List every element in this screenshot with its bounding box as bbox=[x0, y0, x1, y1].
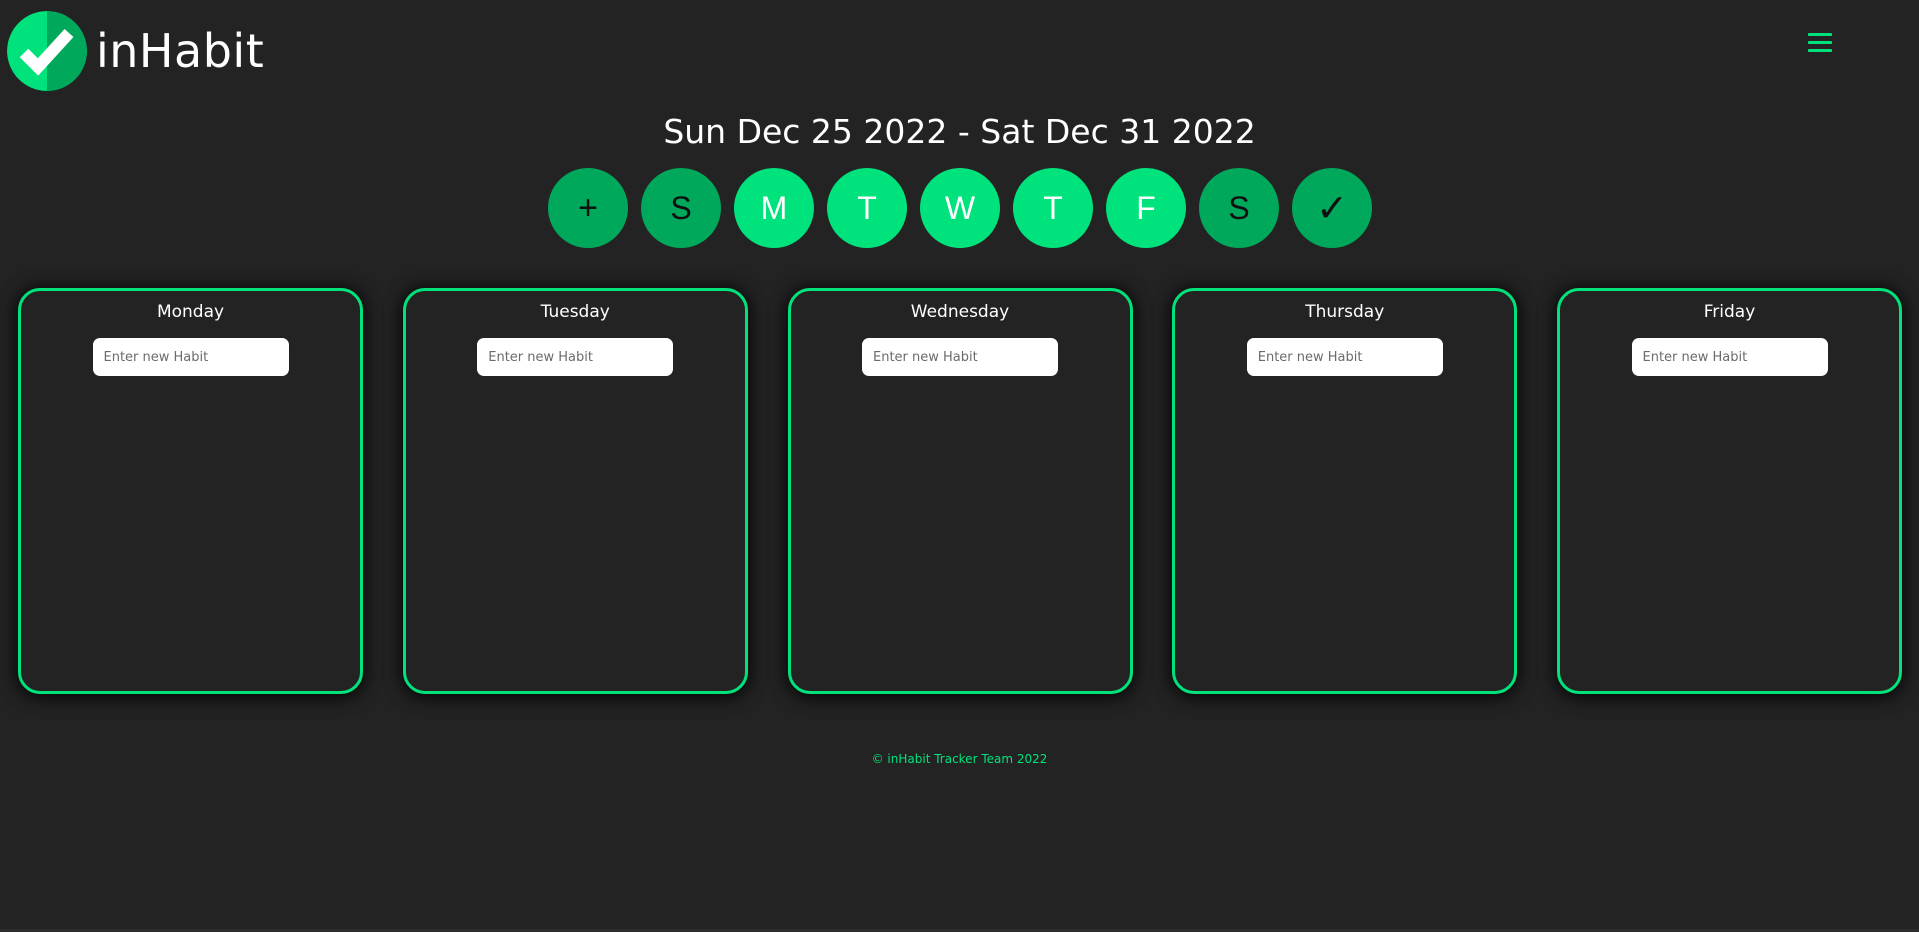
day-button-friday[interactable]: F bbox=[1106, 168, 1186, 248]
day-card-monday: Monday bbox=[18, 288, 363, 694]
day-button-label: M bbox=[760, 189, 788, 226]
footer-copyright: © inHabit Tracker Team 2022 bbox=[871, 752, 1048, 766]
add-habit-button[interactable]: + bbox=[548, 168, 628, 248]
menu-line bbox=[1808, 40, 1832, 44]
checkmark-icon: ✓ bbox=[1316, 186, 1348, 230]
new-habit-input[interactable] bbox=[477, 338, 674, 376]
day-card-title: Monday bbox=[156, 302, 225, 322]
brand[interactable]: inHabit bbox=[7, 11, 264, 91]
day-button-wednesday[interactable]: W bbox=[920, 168, 1000, 248]
new-habit-input[interactable] bbox=[1246, 338, 1443, 376]
plus-icon: + bbox=[578, 188, 598, 227]
day-card-title: Thursday bbox=[1305, 302, 1385, 322]
menu-line bbox=[1808, 48, 1832, 52]
hamburger-menu-icon[interactable] bbox=[1808, 30, 1834, 54]
week-range-title: Sun Dec 25 2022 - Sat Dec 31 2022 bbox=[663, 112, 1256, 151]
day-button-label: T bbox=[857, 189, 877, 226]
day-card-tuesday: Tuesday bbox=[402, 288, 748, 694]
day-selector: + S M T W T F S ✓ bbox=[548, 168, 1372, 248]
day-button-monday[interactable]: M bbox=[734, 168, 814, 248]
day-card-wednesday: Wednesday bbox=[787, 288, 1133, 694]
day-button-saturday[interactable]: S bbox=[1199, 168, 1279, 248]
day-button-label: S bbox=[670, 189, 692, 226]
new-habit-input[interactable] bbox=[1631, 338, 1828, 376]
menu-line bbox=[1808, 32, 1832, 36]
day-button-thursday[interactable]: T bbox=[1013, 168, 1093, 248]
day-button-label: F bbox=[1136, 189, 1156, 226]
new-habit-input[interactable] bbox=[92, 338, 289, 376]
day-button-label: W bbox=[944, 189, 976, 226]
complete-week-button[interactable]: ✓ bbox=[1292, 168, 1372, 248]
new-habit-input[interactable] bbox=[862, 338, 1058, 376]
day-card-friday: Friday bbox=[1557, 288, 1902, 694]
day-button-label: S bbox=[1228, 189, 1250, 226]
brand-name: inHabit bbox=[96, 24, 265, 78]
day-button-label: T bbox=[1043, 189, 1063, 226]
day-card-title: Wednesday bbox=[910, 302, 1010, 322]
day-card-thursday: Thursday bbox=[1172, 288, 1518, 694]
day-card-title: Friday bbox=[1703, 302, 1756, 322]
checkmark-circle-icon bbox=[7, 11, 87, 91]
page: inHabit Sun Dec 25 2022 - Sat Dec 31 202… bbox=[0, 0, 1919, 932]
day-cards: Monday Tuesday Wednesday Thursday Friday bbox=[18, 288, 1902, 694]
day-button-tuesday[interactable]: T bbox=[827, 168, 907, 248]
day-card-title: Tuesday bbox=[540, 302, 610, 322]
day-button-sunday[interactable]: S bbox=[641, 168, 721, 248]
